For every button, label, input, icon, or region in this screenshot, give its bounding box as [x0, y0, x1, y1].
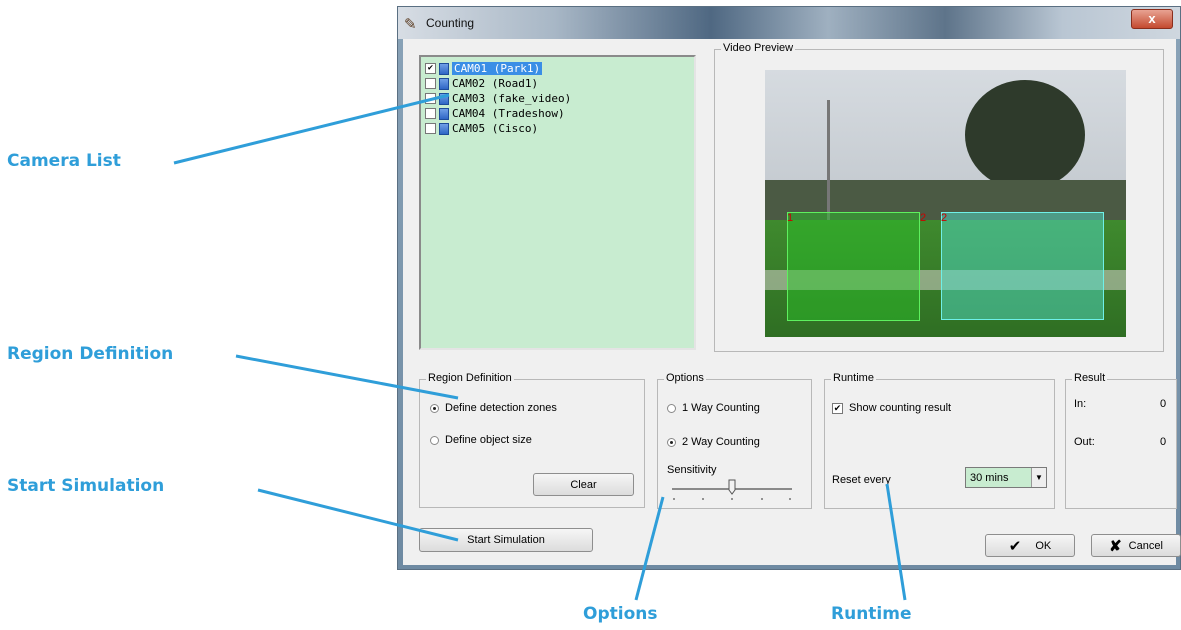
camera-list-item[interactable]: CAM04 (Tradeshow) — [425, 106, 694, 121]
cancel-x-icon: ✘ — [1109, 537, 1122, 555]
counting-app-icon: ✎ — [404, 16, 417, 33]
zone-2-alt-label: 2 — [920, 212, 927, 224]
camera-list-item[interactable]: CAM03 (fake_video) — [425, 91, 694, 106]
define-detection-zones-radio[interactable]: Define detection zones — [430, 402, 557, 414]
start-simulation-button[interactable]: Start Simulation — [419, 528, 593, 552]
show-counting-result-checkbox[interactable]: ✔ Show counting result — [832, 402, 951, 414]
detection-zone-2[interactable] — [941, 212, 1104, 320]
camera-checkbox[interactable] — [425, 108, 436, 119]
chevron-down-icon[interactable]: ▼ — [1031, 468, 1046, 487]
reset-interval-value: 30 mins — [970, 471, 1009, 484]
runtime-group: Runtime ✔ Show counting result Reset eve… — [824, 372, 1055, 509]
detection-zone-1[interactable] — [787, 212, 920, 321]
window-title: Counting — [426, 16, 475, 30]
camera-label: CAM02 (Road1) — [452, 77, 539, 90]
radio-label: 2 Way Counting — [682, 436, 760, 448]
annotation-options: Options — [583, 604, 658, 624]
annotation-camera-list: Camera List — [7, 151, 121, 171]
camera-checkbox[interactable] — [425, 78, 436, 89]
camera-icon — [439, 122, 449, 135]
zone-2-label: 2 — [941, 212, 948, 224]
camera-label: CAM04 (Tradeshow) — [452, 107, 565, 120]
close-button[interactable]: x — [1131, 9, 1173, 29]
sensitivity-slider[interactable] — [668, 478, 798, 502]
radio-indicator — [430, 403, 439, 413]
video-preview-image[interactable]: 1 2 2 — [765, 70, 1126, 337]
annotation-runtime: Runtime — [831, 604, 912, 624]
sensitivity-label: Sensitivity — [667, 464, 717, 476]
runtime-legend: Runtime — [831, 372, 876, 384]
camera-label: CAM01 (Park1) — [452, 62, 543, 75]
camera-label: CAM05 (Cisco) — [452, 122, 539, 135]
camera-checkbox[interactable]: ✔ — [425, 63, 436, 74]
one-way-counting-radio[interactable]: 1 Way Counting — [667, 402, 760, 414]
cancel-label: Cancel — [1128, 539, 1163, 552]
define-object-size-radio[interactable]: Define object size — [430, 434, 532, 446]
options-group: Options 1 Way Counting 2 Way Counting Se… — [657, 372, 812, 509]
camera-list[interactable]: ✔ CAM01 (Park1) CAM02 (Road1) CAM03 (fak… — [419, 55, 696, 350]
radio-label: Define detection zones — [445, 402, 557, 414]
camera-checkbox[interactable] — [425, 93, 436, 104]
cancel-button[interactable]: ✘ Cancel — [1091, 534, 1181, 557]
camera-list-item[interactable]: CAM02 (Road1) — [425, 76, 694, 91]
video-preview-group: Video Preview 1 2 2 — [714, 42, 1164, 352]
counting-dialog: ✎ Counting x ✔ CAM01 (Park1) CAM02 (Road… — [397, 6, 1181, 570]
clear-button[interactable]: Clear — [533, 473, 634, 496]
camera-label: CAM03 (fake_video) — [452, 92, 572, 105]
close-icon: x — [1148, 11, 1156, 26]
radio-label: Define object size — [445, 434, 532, 446]
title-bar: ✎ Counting x — [398, 7, 1180, 39]
annotation-start-simulation: Start Simulation — [7, 476, 165, 496]
radio-label: 1 Way Counting — [682, 402, 760, 414]
preview-tree — [965, 80, 1085, 190]
two-way-counting-radio[interactable]: 2 Way Counting — [667, 436, 760, 448]
result-group: Result In: 0 Out: 0 — [1065, 372, 1177, 509]
options-legend: Options — [664, 372, 706, 384]
camera-list-item[interactable]: ✔ CAM01 (Park1) — [425, 61, 694, 76]
radio-indicator — [430, 435, 439, 445]
camera-icon — [439, 107, 449, 120]
zone-1-label: 1 — [787, 212, 794, 224]
checkbox-indicator: ✔ — [832, 402, 843, 414]
ok-button[interactable]: ✔ OK — [985, 534, 1075, 557]
preview-lamp-pole — [827, 100, 830, 220]
result-in-value: 0 — [1160, 398, 1167, 410]
check-icon: ✔ — [1008, 537, 1022, 555]
annotation-region-definition: Region Definition — [7, 344, 174, 364]
reset-interval-select[interactable]: 30 mins ▼ — [965, 467, 1047, 488]
result-out-value: 0 — [1160, 436, 1167, 448]
camera-checkbox[interactable] — [425, 123, 436, 134]
result-legend: Result — [1072, 372, 1108, 384]
ok-label: OK — [1035, 539, 1052, 552]
camera-icon — [439, 62, 449, 75]
video-preview-legend: Video Preview — [721, 42, 796, 54]
region-definition-group: Region Definition Define detection zones… — [419, 372, 645, 508]
sensitivity-slider-thumb[interactable] — [728, 479, 736, 495]
dialog-client-area: ✔ CAM01 (Park1) CAM02 (Road1) CAM03 (fak… — [403, 39, 1181, 565]
camera-icon — [439, 77, 449, 90]
radio-indicator — [667, 403, 676, 413]
result-in-label: In: — [1074, 398, 1087, 410]
camera-icon — [439, 92, 449, 105]
region-definition-legend: Region Definition — [426, 372, 514, 384]
radio-indicator — [667, 437, 676, 447]
camera-list-item[interactable]: CAM05 (Cisco) — [425, 121, 694, 136]
result-out-label: Out: — [1074, 436, 1095, 448]
reset-every-label: Reset every — [832, 474, 891, 486]
checkbox-label: Show counting result — [849, 402, 952, 414]
